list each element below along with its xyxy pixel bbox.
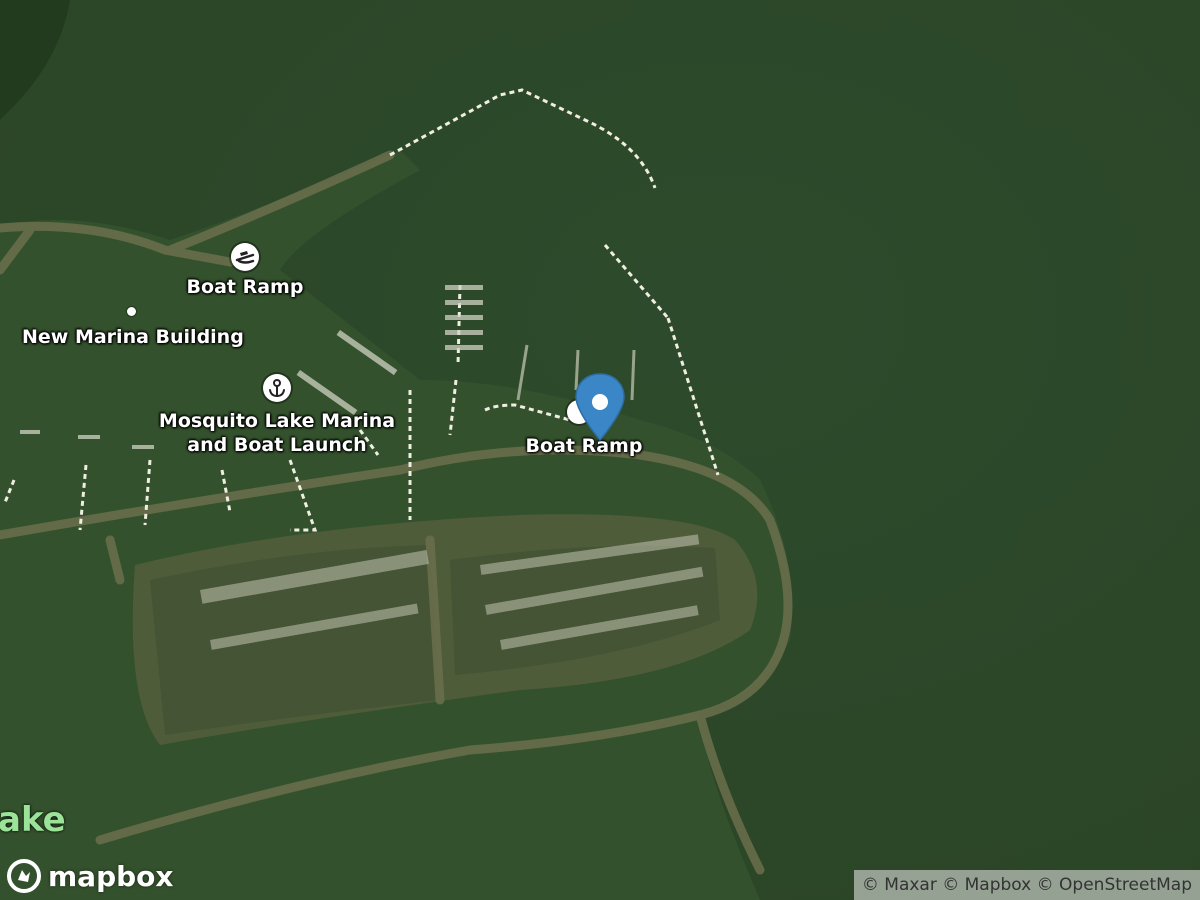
poi-label-mosquito-lake-marina[interactable]: Mosquito Lake Marina and Boat Launch — [157, 409, 397, 457]
map-canvas[interactable]: Boat Ramp New Marina Building Mosquito L… — [0, 0, 1200, 900]
place-label-partial-top: ake — [0, 800, 66, 840]
marina-icon[interactable] — [263, 374, 291, 402]
map-attribution[interactable]: © Maxar © Mapbox © OpenStreetMap — [853, 870, 1200, 900]
map-pin-icon[interactable] — [573, 372, 627, 442]
mapbox-wordmark: mapbox — [48, 859, 174, 893]
poi-label-line2: and Boat Launch — [187, 434, 367, 456]
poi-label-line1: Mosquito Lake Marina — [158, 410, 396, 432]
poi-label-new-marina-building[interactable]: New Marina Building — [22, 325, 244, 349]
mapbox-icon — [7, 859, 41, 893]
boat-ramp-icon[interactable] — [231, 243, 259, 271]
mapbox-logo[interactable]: mapbox — [6, 858, 173, 894]
dot-icon[interactable] — [127, 307, 136, 316]
poi-label-boat-ramp-top[interactable]: Boat Ramp — [185, 275, 305, 299]
